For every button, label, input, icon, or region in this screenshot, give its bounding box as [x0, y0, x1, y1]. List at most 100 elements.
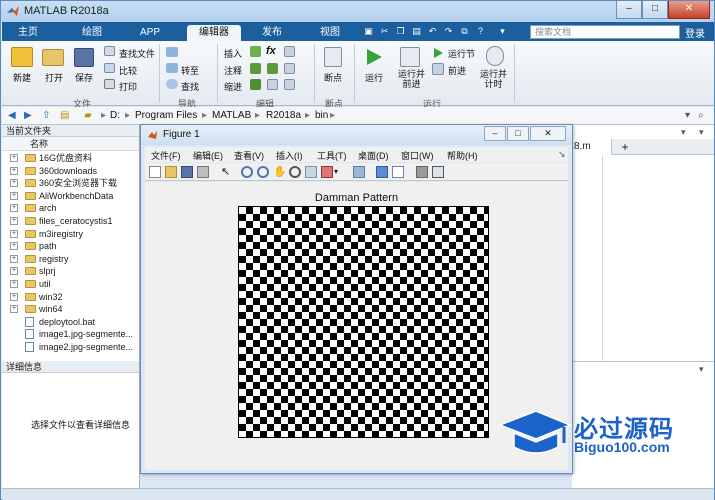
maximize-button[interactable]: □: [642, 1, 668, 19]
comment-button[interactable]: 注释: [224, 64, 242, 77]
insert-function-icon[interactable]: [284, 46, 295, 57]
new-button[interactable]: 新建: [13, 71, 31, 84]
expand-icon[interactable]: +: [10, 280, 18, 288]
quick-save-icon[interactable]: ▣: [362, 25, 375, 38]
indent-button[interactable]: 缩进: [224, 80, 242, 93]
expand-icon[interactable]: +: [10, 242, 18, 251]
list-item[interactable]: deploytool.bat: [2, 316, 140, 328]
up-folder-icon[interactable]: ⇧: [42, 110, 50, 121]
back-icon[interactable]: ◀: [8, 110, 16, 121]
open-file-icon[interactable]: [165, 166, 177, 178]
list-item[interactable]: + AliWorkbenchData: [2, 190, 140, 202]
goto-button[interactable]: 转至: [181, 64, 199, 77]
print-button[interactable]: 打印: [119, 80, 137, 93]
figure-close-button[interactable]: ✕: [530, 126, 566, 141]
search-icon[interactable]: ⌕: [668, 26, 681, 39]
tab-publish[interactable]: 发布: [252, 25, 292, 41]
zoom-in-icon[interactable]: [241, 166, 253, 178]
column-header-name[interactable]: 名称: [2, 137, 139, 151]
tab-view[interactable]: 视图: [310, 25, 350, 41]
quick-copy-icon[interactable]: ❐: [394, 25, 407, 38]
dock-icon[interactable]: ↘: [558, 149, 566, 160]
breadcrumb-r2018a[interactable]: R2018a: [266, 110, 301, 121]
list-item[interactable]: image1.jpg-segmente...: [2, 328, 140, 340]
pointer-icon[interactable]: ↖: [221, 166, 233, 178]
save-button[interactable]: 保存: [75, 71, 93, 84]
run-time-button[interactable]: 运行并 计时: [480, 69, 507, 89]
advance-button[interactable]: 前进: [448, 64, 466, 77]
list-item[interactable]: + registry: [2, 253, 140, 265]
run-advance-button[interactable]: 运行并 前进: [398, 69, 425, 89]
wrap-comments-icon[interactable]: [284, 63, 295, 74]
browse-folder-icon[interactable]: ▤: [60, 110, 69, 121]
expand-icon[interactable]: +: [10, 204, 18, 213]
open-button[interactable]: 打开: [45, 71, 63, 84]
switch-windows-icon[interactable]: ⧉: [458, 25, 471, 38]
menu-view[interactable]: 查看(V): [234, 149, 264, 162]
expand-icon[interactable]: +: [10, 154, 18, 162]
zoom-out-icon[interactable]: [257, 166, 269, 178]
forward-icon[interactable]: ▶: [24, 110, 32, 121]
rotate-3d-icon[interactable]: [289, 166, 301, 178]
login-link[interactable]: 登录: [685, 25, 705, 40]
panel-actions-icon[interactable]: ▾: [699, 127, 704, 138]
brush-icon[interactable]: [321, 166, 333, 178]
expand-icon[interactable]: +: [10, 217, 18, 225]
expand-icon[interactable]: +: [10, 292, 18, 301]
undo-icon[interactable]: ↶: [426, 25, 439, 38]
address-search-icon[interactable]: ⌕: [698, 110, 704, 121]
tab-editor[interactable]: 编辑器: [187, 25, 241, 41]
menu-insert[interactable]: 插入(I): [276, 149, 303, 162]
uncomment-icon[interactable]: [267, 63, 278, 74]
search-docs-input[interactable]: 搜索文档: [530, 25, 680, 39]
fx-icon[interactable]: fx: [266, 45, 276, 57]
list-item[interactable]: + path: [2, 240, 140, 252]
address-dropdown-icon[interactable]: ▾: [685, 110, 690, 121]
expand-icon[interactable]: +: [10, 267, 18, 276]
legend-icon[interactable]: [392, 166, 404, 178]
menu-edit[interactable]: 编辑(E): [193, 149, 223, 162]
link-plot-icon[interactable]: [353, 166, 365, 178]
expand-icon[interactable]: +: [10, 191, 18, 200]
breadcrumb-program-files[interactable]: Program Files: [135, 110, 197, 121]
breadcrumb-matlab[interactable]: MATLAB: [212, 110, 251, 121]
colorbar-icon[interactable]: [376, 166, 388, 178]
menu-window[interactable]: 窗口(W): [401, 149, 434, 162]
find-button[interactable]: 查找: [181, 80, 199, 93]
panel-actions-icon[interactable]: ▾: [681, 127, 686, 138]
insert-button[interactable]: 插入: [224, 47, 242, 60]
menu-tools[interactable]: 工具(T): [317, 149, 347, 162]
list-item[interactable]: + arch: [2, 202, 140, 214]
list-item[interactable]: +16G优盘资料: [2, 152, 140, 164]
list-item[interactable]: image2.jpg-segmente...: [2, 341, 140, 353]
redo-icon[interactable]: ↷: [442, 25, 455, 38]
increase-indent-icon[interactable]: [267, 79, 278, 90]
comment-percent-icon[interactable]: [250, 63, 261, 74]
menu-desktop[interactable]: 桌面(D): [358, 149, 389, 162]
new-figure-icon[interactable]: [149, 166, 161, 178]
decrease-indent-icon[interactable]: [284, 79, 295, 90]
close-button[interactable]: ✕: [668, 1, 710, 19]
expand-icon[interactable]: +: [10, 166, 18, 175]
list-item[interactable]: + files_ceratocystis1: [2, 215, 140, 227]
editor-tab[interactable]: 8.m: [572, 139, 612, 155]
show-plot-tools-icon[interactable]: [432, 166, 444, 178]
breakpoints-button[interactable]: 断点: [324, 71, 342, 84]
compare-button[interactable]: 比较: [119, 64, 137, 77]
print-figure-icon[interactable]: [197, 166, 209, 178]
list-item[interactable]: + slprj: [2, 265, 140, 277]
list-item[interactable]: + m3iregistry: [2, 228, 140, 240]
quick-paste-icon[interactable]: ▤: [410, 25, 423, 38]
brush-dropdown-icon[interactable]: ▾: [334, 166, 346, 178]
run-button[interactable]: 运行: [365, 71, 383, 84]
list-item[interactable]: +360downloads: [2, 165, 140, 177]
menu-help[interactable]: 帮助(H): [447, 149, 478, 162]
figure-maximize-button[interactable]: □: [507, 126, 529, 141]
pan-icon[interactable]: ✋: [273, 166, 287, 178]
customize-icon[interactable]: ▾: [496, 25, 509, 38]
menu-file[interactable]: 文件(F): [151, 149, 181, 162]
help-icon[interactable]: ?: [474, 25, 487, 38]
figure-minimize-button[interactable]: –: [484, 126, 506, 141]
list-item[interactable]: +360安全浏览器下载: [2, 177, 140, 189]
tab-apps[interactable]: APP: [130, 25, 170, 41]
